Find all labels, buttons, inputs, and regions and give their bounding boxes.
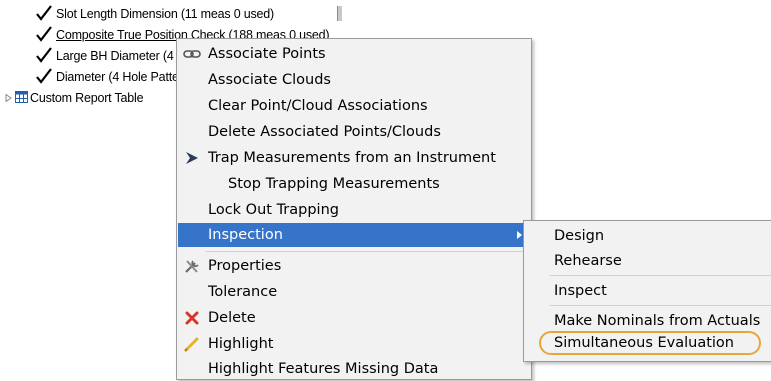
trap-arrow-icon xyxy=(186,152,198,164)
menu-item-label: Delete xyxy=(208,310,256,326)
submenu-item-make-nominals[interactable]: Make Nominals from Actuals xyxy=(525,309,771,333)
submenu-item-label: Make Nominals from Actuals xyxy=(554,313,761,329)
checkmark-icon xyxy=(36,68,52,84)
tools-icon xyxy=(185,260,199,273)
submenu-item-label: Design xyxy=(554,228,605,244)
submenu-item-inspect[interactable]: Inspect xyxy=(525,279,771,303)
submenu-item-design[interactable]: Design xyxy=(525,224,771,248)
menu-item-label: Tolerance xyxy=(208,284,278,300)
menu-item-label: Stop Trapping Measurements xyxy=(228,176,440,192)
table-icon xyxy=(15,91,28,103)
submenu-separator xyxy=(550,275,771,276)
tree-item-label: Custom Report Table xyxy=(30,91,144,105)
tree-item-label: Slot Length Dimension (11 meas 0 used) xyxy=(56,7,274,21)
menu-item-label: Highlight xyxy=(208,336,274,352)
menu-item-clear-associations[interactable]: Clear Point/Cloud Associations xyxy=(178,94,530,118)
menu-item-label: Lock Out Trapping xyxy=(208,202,339,218)
menu-item-highlight[interactable]: Highlight xyxy=(178,332,530,356)
highlighter-icon xyxy=(184,337,199,352)
menu-item-tolerance[interactable]: Tolerance xyxy=(178,280,530,304)
menu-item-label: Associate Points xyxy=(208,46,326,62)
menu-item-label: Associate Clouds xyxy=(208,72,331,88)
checkmark-icon xyxy=(36,5,52,21)
menu-item-associate-points[interactable]: Associate Points xyxy=(178,42,530,66)
menu-item-label: Trap Measurements from an Instrument xyxy=(208,150,496,166)
submenu-arrow-icon xyxy=(517,231,522,239)
chain-link-icon xyxy=(183,50,201,58)
menu-item-label: Clear Point/Cloud Associations xyxy=(208,98,428,114)
menu-item-delete[interactable]: Delete xyxy=(178,306,530,330)
menu-item-label: Highlight Features Missing Data xyxy=(208,361,439,377)
submenu-item-label: Rehearse xyxy=(554,253,622,269)
menu-item-lock-out-trapping[interactable]: Lock Out Trapping xyxy=(178,198,530,222)
menu-item-properties[interactable]: Properties xyxy=(178,254,530,278)
checkmark-icon xyxy=(36,47,52,63)
menu-separator xyxy=(206,251,529,252)
red-x-icon xyxy=(185,311,199,325)
menu-item-highlight-missing[interactable]: Highlight Features Missing Data xyxy=(178,357,530,381)
menu-item-inspection[interactable]: Inspection xyxy=(178,223,530,247)
menu-item-label: Delete Associated Points/Clouds xyxy=(208,124,441,140)
submenu-item-simultaneous-evaluation[interactable]: Simultaneous Evaluation xyxy=(525,331,771,355)
context-menu: Associate Points Associate Clouds Clear … xyxy=(176,38,532,380)
submenu-separator xyxy=(550,305,771,306)
inspection-submenu: Design Rehearse Inspect Make Nominals fr… xyxy=(523,220,771,362)
checkmark-icon xyxy=(36,26,52,42)
expand-arrow-icon[interactable] xyxy=(5,94,12,102)
menu-item-stop-trapping[interactable]: Stop Trapping Measurements xyxy=(178,172,530,196)
menu-item-delete-associated[interactable]: Delete Associated Points/Clouds xyxy=(178,120,530,144)
submenu-item-label: Inspect xyxy=(554,283,607,299)
menu-item-label: Inspection xyxy=(208,227,283,243)
menu-item-trap-measurements[interactable]: Trap Measurements from an Instrument xyxy=(178,146,530,170)
scrollbar-thumb[interactable] xyxy=(337,6,342,21)
menu-item-label: Properties xyxy=(208,258,282,274)
submenu-item-label: Simultaneous Evaluation xyxy=(554,335,734,351)
menu-item-associate-clouds[interactable]: Associate Clouds xyxy=(178,68,530,92)
submenu-item-rehearse[interactable]: Rehearse xyxy=(525,249,771,273)
